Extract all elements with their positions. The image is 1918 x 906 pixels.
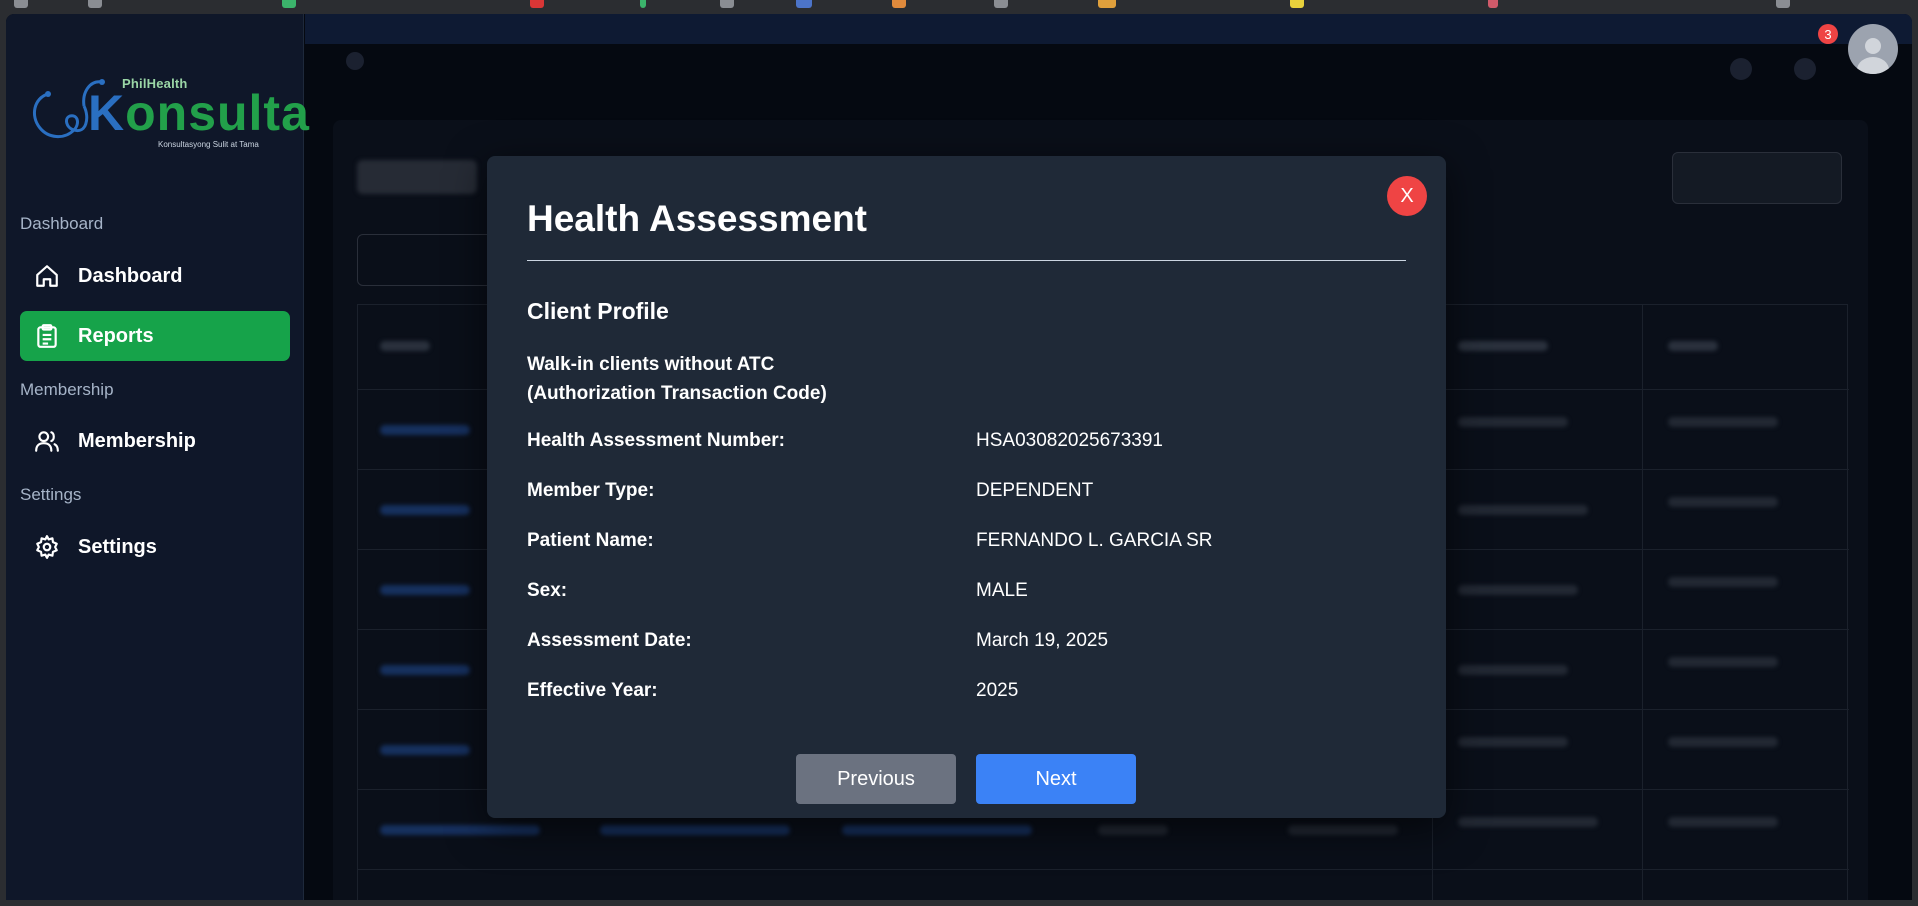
sidebar-item-label: Reports <box>78 324 154 347</box>
bookmark-icon[interactable] <box>994 0 1008 8</box>
sex-value: MALE <box>976 580 1028 601</box>
app-window: PhilHealth Konsulta Konsultasyong Sulit … <box>6 14 1912 900</box>
patient-name-value: FERNANDO L. GARCIA SR <box>976 530 1213 551</box>
section-label-membership: Membership <box>20 380 114 399</box>
bookmark-icon[interactable] <box>720 0 734 8</box>
previous-button[interactable]: Previous <box>796 754 956 804</box>
user-avatar[interactable] <box>1848 24 1898 74</box>
section-label-dashboard: Dashboard <box>20 214 104 233</box>
close-button[interactable]: X <box>1387 176 1427 216</box>
health-assessment-modal: X Health Assessment Client Profile Walk-… <box>487 156 1446 818</box>
modal-title: Health Assessment <box>527 198 867 239</box>
browser-bookmarks-bar <box>0 0 1918 14</box>
sidebar-item-reports[interactable]: Reports <box>20 311 290 361</box>
section-label-settings: Settings <box>20 485 82 504</box>
field-label: Patient Name: <box>527 530 654 551</box>
gear-icon <box>36 535 58 559</box>
sidebar: PhilHealth Konsulta Konsultasyong Sulit … <box>6 14 309 900</box>
field-label: Health Assessment Number: <box>527 430 785 451</box>
bookmark-icon[interactable] <box>1098 0 1116 8</box>
modal-divider <box>527 260 1406 261</box>
sidebar-item-settings[interactable]: Settings <box>20 522 290 572</box>
top-bar <box>305 14 1912 44</box>
sidebar-item-dashboard[interactable]: Dashboard <box>20 251 290 301</box>
users-icon <box>35 431 59 452</box>
bookmark-icon[interactable] <box>640 0 646 8</box>
bookmark-icon[interactable] <box>1290 0 1304 8</box>
member-type-value: DEPENDENT <box>976 480 1094 501</box>
bookmark-icon[interactable] <box>1488 0 1498 8</box>
clipboard-icon <box>37 324 57 348</box>
notification-badge: 3 <box>1818 24 1838 44</box>
bookmark-icon[interactable] <box>892 0 906 8</box>
theme-toggle-icon[interactable] <box>1730 58 1752 80</box>
bell-icon[interactable] <box>1794 58 1816 80</box>
page-title-placeholder <box>357 160 477 194</box>
effective-year-value: 2025 <box>976 680 1019 701</box>
export-button-backdrop <box>1672 152 1842 204</box>
bookmark-icon[interactable] <box>88 0 102 8</box>
field-label: Effective Year: <box>527 680 658 701</box>
sidebar-item-membership[interactable]: Membership <box>20 416 290 466</box>
filter-select-backdrop <box>357 234 497 286</box>
bookmark-icon[interactable] <box>530 0 544 8</box>
logo-tagline: Konsultasyong Sulit at Tama <box>158 140 259 149</box>
next-button[interactable]: Next <box>976 754 1136 804</box>
bookmark-icon[interactable] <box>1776 0 1790 8</box>
field-label: Member Type: <box>527 480 655 501</box>
client-note: Walk-in clients without ATC (Authorizati… <box>527 354 827 404</box>
sidebar-item-label: Dashboard <box>78 264 183 287</box>
field-label: Sex: <box>527 580 568 601</box>
philhealth-konsulta-logo[interactable]: PhilHealth Konsulta Konsultasyong Sulit … <box>30 66 309 162</box>
sidebar-item-label: Settings <box>78 535 157 558</box>
menu-toggle-icon[interactable] <box>346 52 364 70</box>
section-title: Client Profile <box>527 298 669 324</box>
sidebar-item-label: Membership <box>78 429 196 452</box>
bookmark-icon[interactable] <box>282 0 296 8</box>
field-label: Assessment Date: <box>527 630 692 651</box>
assessment-date-value: March 19, 2025 <box>976 630 1109 651</box>
bookmark-icon[interactable] <box>796 0 812 8</box>
bookmark-icon[interactable] <box>14 0 28 8</box>
logo-name: Konsulta <box>88 85 310 141</box>
home-icon <box>36 265 58 287</box>
health-assessment-number-value: HSA03082025673391 <box>976 430 1164 451</box>
